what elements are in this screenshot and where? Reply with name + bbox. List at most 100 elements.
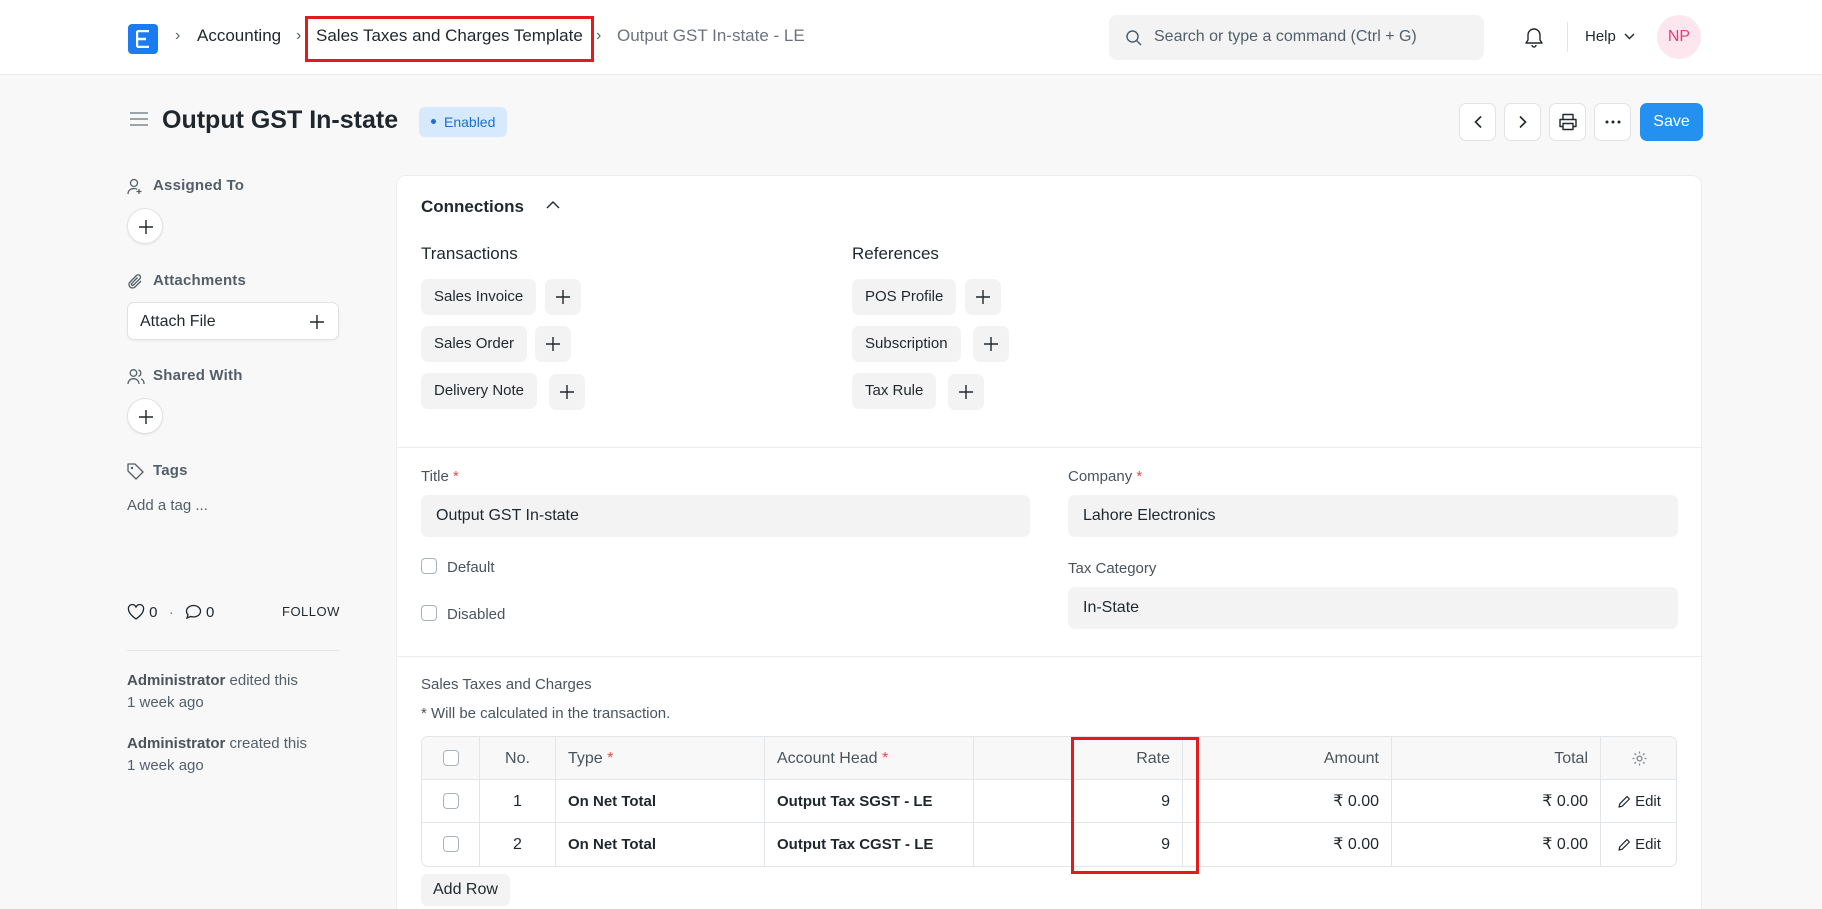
cell-account-head[interactable]: Output Tax CGST - LE bbox=[765, 823, 974, 866]
likes-count: 0 bbox=[149, 604, 158, 621]
connection-delivery-note[interactable]: Delivery Note bbox=[421, 373, 538, 409]
default-checkbox[interactable] bbox=[421, 558, 437, 575]
title-label: Title * bbox=[421, 468, 459, 485]
add-row-button[interactable]: Add Row bbox=[421, 874, 510, 906]
rate-highlight-box bbox=[1071, 737, 1199, 874]
shared-with-label: Shared With bbox=[127, 367, 243, 385]
plus-icon bbox=[139, 410, 153, 424]
cell-total[interactable]: ₹ 0.00 bbox=[1392, 823, 1601, 866]
table-row[interactable]: 2 On Net Total Output Tax CGST - LE 9 ₹ … bbox=[422, 823, 1676, 866]
help-menu[interactable]: Help bbox=[1585, 28, 1616, 45]
next-doc-button[interactable] bbox=[1504, 103, 1541, 141]
heart-icon[interactable] bbox=[127, 603, 145, 620]
paperclip-icon bbox=[128, 274, 142, 289]
chevron-left-icon bbox=[1473, 115, 1482, 129]
save-button[interactable]: Save bbox=[1640, 103, 1703, 141]
plus-icon bbox=[959, 385, 973, 399]
bell-icon[interactable] bbox=[1524, 26, 1544, 48]
comment-icon[interactable] bbox=[185, 604, 202, 620]
cell-no: 2 bbox=[480, 823, 556, 866]
default-checkbox-row[interactable]: Default bbox=[421, 558, 495, 576]
add-delivery-note-button[interactable] bbox=[549, 374, 585, 410]
search-icon bbox=[1126, 30, 1142, 46]
company-input[interactable]: Lahore Electronics bbox=[1068, 495, 1678, 537]
print-button[interactable] bbox=[1549, 103, 1586, 141]
attach-file-button[interactable]: Attach File bbox=[127, 302, 339, 340]
references-heading: References bbox=[852, 244, 939, 263]
pencil-icon bbox=[1618, 795, 1631, 808]
cell-type[interactable]: On Net Total bbox=[556, 780, 765, 822]
row-select-cell[interactable] bbox=[422, 780, 480, 822]
avatar[interactable]: NP bbox=[1657, 15, 1701, 59]
row-edit-button[interactable]: Edit bbox=[1601, 780, 1678, 822]
select-all-cell[interactable] bbox=[422, 737, 480, 779]
search-bar[interactable]: Search or type a command (Ctrl + G) bbox=[1109, 15, 1484, 60]
connection-sales-invoice[interactable]: Sales Invoice bbox=[421, 279, 537, 315]
tag-icon bbox=[127, 463, 144, 480]
cell-amount[interactable]: ₹ 0.00 bbox=[1183, 780, 1392, 822]
row-checkbox[interactable] bbox=[442, 835, 459, 852]
connection-sales-order[interactable]: Sales Order bbox=[421, 326, 528, 362]
tax-category-input[interactable]: In-State bbox=[1068, 587, 1678, 629]
connections-toggle[interactable]: Connections bbox=[421, 197, 560, 217]
add-sales-invoice-button[interactable] bbox=[545, 279, 581, 315]
cell-total[interactable]: ₹ 0.00 bbox=[1392, 780, 1601, 822]
sidebar-toggle-icon[interactable] bbox=[129, 111, 149, 127]
disabled-checkbox-row[interactable]: Disabled bbox=[421, 605, 505, 623]
add-subscription-button[interactable] bbox=[973, 326, 1009, 362]
chevron-right-icon bbox=[1518, 115, 1527, 129]
breadcrumb-sales-taxes-template[interactable]: Sales Taxes and Charges Template bbox=[316, 26, 583, 46]
taxes-table: No. Type * Account Head * Rate Amount To… bbox=[421, 736, 1677, 867]
previous-doc-button[interactable] bbox=[1459, 103, 1496, 141]
row-checkbox[interactable] bbox=[442, 792, 459, 809]
connection-pos-profile[interactable]: POS Profile bbox=[852, 279, 957, 315]
select-all-checkbox[interactable] bbox=[442, 749, 459, 766]
add-share-button[interactable] bbox=[127, 398, 163, 434]
section-divider bbox=[397, 447, 1703, 448]
table-header-row: No. Type * Account Head * Rate Amount To… bbox=[422, 737, 1676, 780]
disabled-checkbox[interactable] bbox=[421, 605, 437, 622]
gear-icon bbox=[1632, 751, 1647, 766]
activity-item: Administrator edited this 1 week ago bbox=[127, 672, 298, 711]
form-card: Connections Transactions Sales Invoice S… bbox=[396, 175, 1703, 909]
plus-icon bbox=[546, 337, 560, 351]
add-tax-rule-button[interactable] bbox=[948, 374, 984, 410]
cell-amount[interactable]: ₹ 0.00 bbox=[1183, 823, 1392, 866]
likes-comments: 0 · 0 bbox=[127, 603, 214, 621]
printer-icon bbox=[1558, 113, 1577, 131]
col-amount: Amount bbox=[1183, 737, 1392, 779]
title-input[interactable]: Output GST In-state bbox=[421, 495, 1030, 537]
chevron-right-icon: › bbox=[296, 27, 302, 44]
attach-file-label: Attach File bbox=[140, 313, 216, 330]
breadcrumb-current[interactable]: Output GST In-state - LE bbox=[617, 26, 805, 46]
table-row[interactable]: 1 On Net Total Output Tax SGST - LE 9 ₹ … bbox=[422, 780, 1676, 823]
plus-icon bbox=[560, 385, 574, 399]
plus-icon bbox=[139, 220, 153, 234]
add-assignee-button[interactable] bbox=[127, 208, 163, 244]
app-logo-icon[interactable] bbox=[128, 24, 158, 54]
follow-button[interactable]: FOLLOW bbox=[282, 604, 340, 619]
chevron-right-icon: › bbox=[175, 27, 181, 44]
row-edit-button[interactable]: Edit bbox=[1601, 823, 1678, 866]
taxes-table-note: * Will be calculated in the transaction. bbox=[421, 705, 671, 722]
cell-no: 1 bbox=[480, 780, 556, 822]
plus-icon bbox=[310, 315, 324, 329]
attachments-label: Attachments bbox=[127, 272, 246, 289]
connection-tax-rule[interactable]: Tax Rule bbox=[852, 373, 937, 409]
add-tag-link[interactable]: Add a tag ... bbox=[127, 497, 208, 514]
more-options-button[interactable] bbox=[1594, 103, 1631, 141]
status-dot bbox=[431, 118, 436, 124]
add-sales-order-button[interactable] bbox=[535, 326, 571, 362]
tags-label: Tags bbox=[127, 462, 188, 480]
cell-type[interactable]: On Net Total bbox=[556, 823, 765, 866]
column-settings-button[interactable] bbox=[1601, 737, 1678, 779]
cell-account-head[interactable]: Output Tax SGST - LE bbox=[765, 780, 974, 822]
connection-subscription[interactable]: Subscription bbox=[852, 326, 961, 362]
chevron-down-icon[interactable] bbox=[1624, 33, 1635, 40]
row-select-cell[interactable] bbox=[422, 823, 480, 866]
chevron-right-icon: › bbox=[596, 27, 602, 44]
add-pos-profile-button[interactable] bbox=[965, 279, 1001, 315]
activity-item: Administrator created this 1 week ago bbox=[127, 735, 308, 774]
breadcrumb-accounting[interactable]: Accounting bbox=[197, 26, 281, 46]
plus-icon bbox=[556, 290, 570, 304]
